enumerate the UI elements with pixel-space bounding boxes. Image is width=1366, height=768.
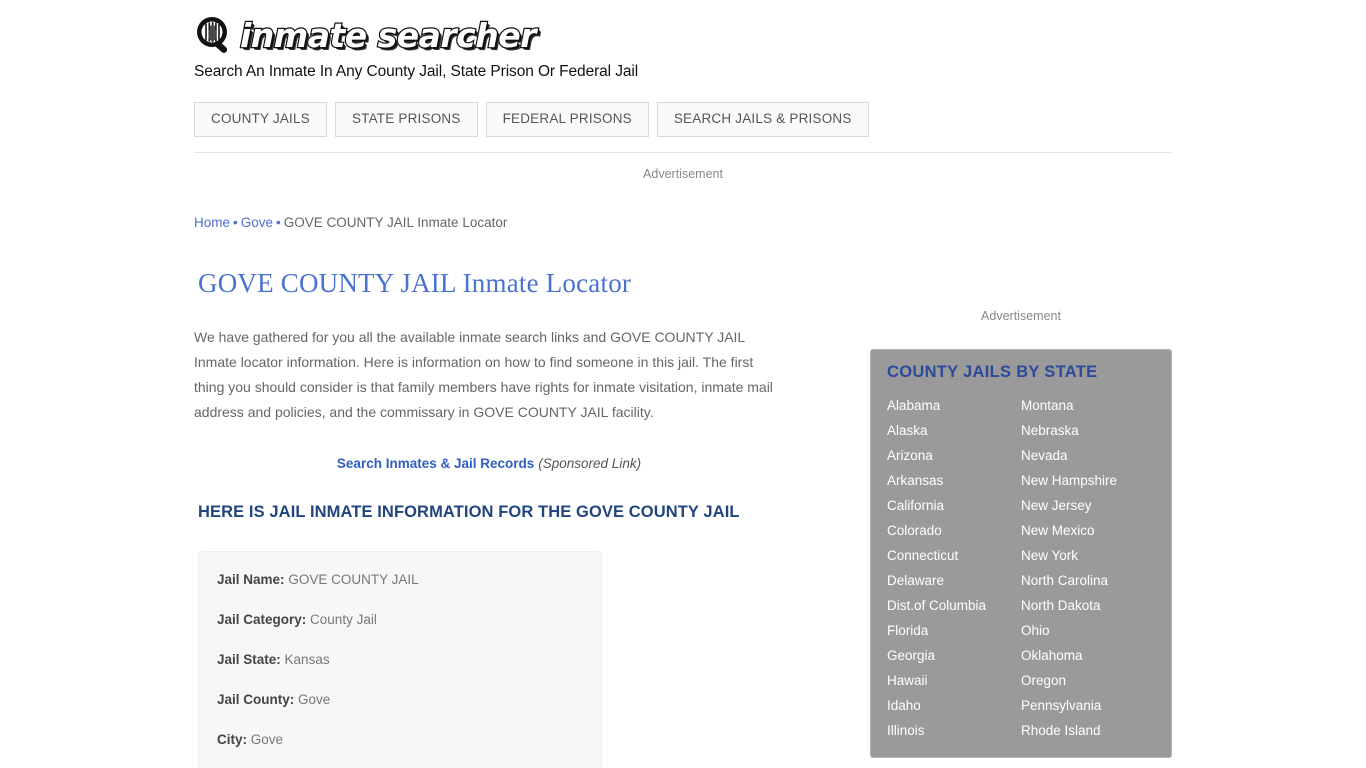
state-link-north-dakota[interactable]: North Dakota	[1021, 593, 1155, 618]
jail-county-row: Jail County: Gove	[199, 690, 601, 710]
jail-name-value: GOVE COUNTY JAIL	[288, 572, 419, 587]
breadcrumb-separator-1: •	[233, 215, 238, 230]
breadcrumb-separator-2: •	[276, 215, 281, 230]
sponsored-link-row: Search Inmates & Jail Records (Sponsored …	[194, 456, 784, 471]
state-link-delaware[interactable]: Delaware	[887, 568, 1021, 593]
state-link-pennsylvania[interactable]: Pennsylvania	[1021, 693, 1155, 718]
state-link-colorado[interactable]: Colorado	[887, 518, 1021, 543]
state-link-connecticut[interactable]: Connecticut	[887, 543, 1021, 568]
state-link-florida[interactable]: Florida	[887, 618, 1021, 643]
nav-search-jails-prisons[interactable]: SEARCH JAILS & PRISONS	[656, 102, 869, 137]
state-link-illinois[interactable]: Illinois	[887, 718, 1021, 743]
jail-state-value: Kansas	[284, 652, 330, 667]
state-link-montana[interactable]: Montana	[1021, 393, 1155, 418]
header-divider	[194, 152, 1172, 153]
sidebar-title: COUNTY JAILS BY STATE	[887, 363, 1098, 381]
side-advertisement-label: Advertisement	[981, 309, 1061, 323]
state-link-oregon[interactable]: Oregon	[1021, 668, 1155, 693]
state-link-nevada[interactable]: Nevada	[1021, 443, 1155, 468]
state-link-alaska[interactable]: Alaska	[887, 418, 1021, 443]
content-container: inmate searcher Search An Inmate In Any …	[194, 0, 1172, 768]
primary-nav: COUNTY JAILS STATE PRISONS FEDERAL PRISO…	[194, 102, 1172, 137]
intro-paragraph: We have gathered for you all the availab…	[194, 329, 773, 420]
state-link-oklahoma[interactable]: Oklahoma	[1021, 643, 1155, 668]
jail-category-row: Jail Category: County Jail	[199, 610, 601, 630]
top-advertisement-label: Advertisement	[643, 167, 723, 181]
state-link-new-mexico[interactable]: New Mexico	[1021, 518, 1155, 543]
county-jails-by-state-box: COUNTY JAILS BY STATE Alabama Montana Al…	[870, 349, 1172, 758]
jail-state-row: Jail State: Kansas	[199, 650, 601, 670]
breadcrumb-county[interactable]: Gove	[241, 215, 273, 230]
site-header: inmate searcher Search An Inmate In Any …	[194, 0, 1172, 153]
jail-category-label: Jail Category:	[217, 612, 307, 627]
state-link-north-carolina[interactable]: North Carolina	[1021, 568, 1155, 593]
jail-state-label: Jail State:	[217, 652, 281, 667]
jail-city-value: Gove	[250, 732, 284, 747]
jail-city-row: City: Gove	[199, 730, 601, 750]
nav-federal-prisons[interactable]: FEDERAL PRISONS	[485, 102, 649, 137]
logo-wordmark: inmate searcher	[239, 15, 538, 56]
jail-city-label: City:	[217, 732, 247, 747]
jail-category-value: County Jail	[310, 612, 377, 627]
state-link-new-hampshire[interactable]: New Hampshire	[1021, 468, 1155, 493]
state-link-hawaii[interactable]: Hawaii	[887, 668, 1021, 693]
nav-county-jails[interactable]: COUNTY JAILS	[194, 102, 327, 137]
right-column: Advertisement COUNTY JAILS BY STATE Alab…	[870, 214, 1172, 758]
page-root: inmate searcher Search An Inmate In Any …	[0, 0, 1366, 768]
nav-state-prisons[interactable]: STATE PRISONS	[334, 102, 478, 137]
state-link-dist-of-columbia[interactable]: Dist.of Columbia	[887, 593, 1021, 618]
state-link-arkansas[interactable]: Arkansas	[887, 468, 1021, 493]
sponsored-note: (Sponsored Link)	[538, 456, 642, 471]
site-tagline: Search An Inmate In Any County Jail, Sta…	[194, 63, 639, 80]
jail-county-value: Gove	[298, 692, 331, 707]
state-link-alabama[interactable]: Alabama	[887, 393, 1021, 418]
jail-county-label: Jail County:	[217, 692, 295, 707]
jail-name-label: Jail Name:	[217, 572, 285, 587]
state-link-georgia[interactable]: Georgia	[887, 643, 1021, 668]
section-title: HERE IS JAIL INMATE INFORMATION FOR THE …	[198, 503, 740, 521]
state-link-ohio[interactable]: Ohio	[1021, 618, 1155, 643]
state-link-idaho[interactable]: Idaho	[887, 693, 1021, 718]
breadcrumb: Home • Gove • GOVE COUNTY JAIL Inmate Locato…	[194, 214, 814, 232]
jail-info-box: Jail Name: GOVE COUNTY JAIL Jail Categor…	[198, 551, 602, 768]
state-link-arizona[interactable]: Arizona	[887, 443, 1021, 468]
state-link-california[interactable]: California	[887, 493, 1021, 518]
state-link-rhode-island[interactable]: Rhode Island	[1021, 718, 1155, 743]
content-columns: Home • Gove • GOVE COUNTY JAIL Inmate Locato…	[194, 214, 1172, 768]
state-link-new-jersey[interactable]: New Jersey	[1021, 493, 1155, 518]
main-column: Home • Gove • GOVE COUNTY JAIL Inmate Locato…	[194, 214, 814, 768]
breadcrumb-current: GOVE COUNTY JAIL Inmate Locator	[283, 215, 508, 230]
sponsored-search-link[interactable]: Search Inmates & Jail Records	[337, 456, 534, 471]
state-link-new-york[interactable]: New York	[1021, 543, 1155, 568]
breadcrumb-home[interactable]: Home	[194, 215, 230, 230]
state-link-nebraska[interactable]: Nebraska	[1021, 418, 1155, 443]
page-title: GOVE COUNTY JAIL Inmate Locator	[198, 268, 632, 298]
logo[interactable]: inmate searcher	[194, 14, 1172, 58]
magnifier-prison-bars-icon	[194, 15, 236, 57]
states-grid: Alabama Montana Alaska Nebraska Arizona …	[887, 393, 1155, 743]
jail-name-row: Jail Name: GOVE COUNTY JAIL	[199, 570, 601, 590]
